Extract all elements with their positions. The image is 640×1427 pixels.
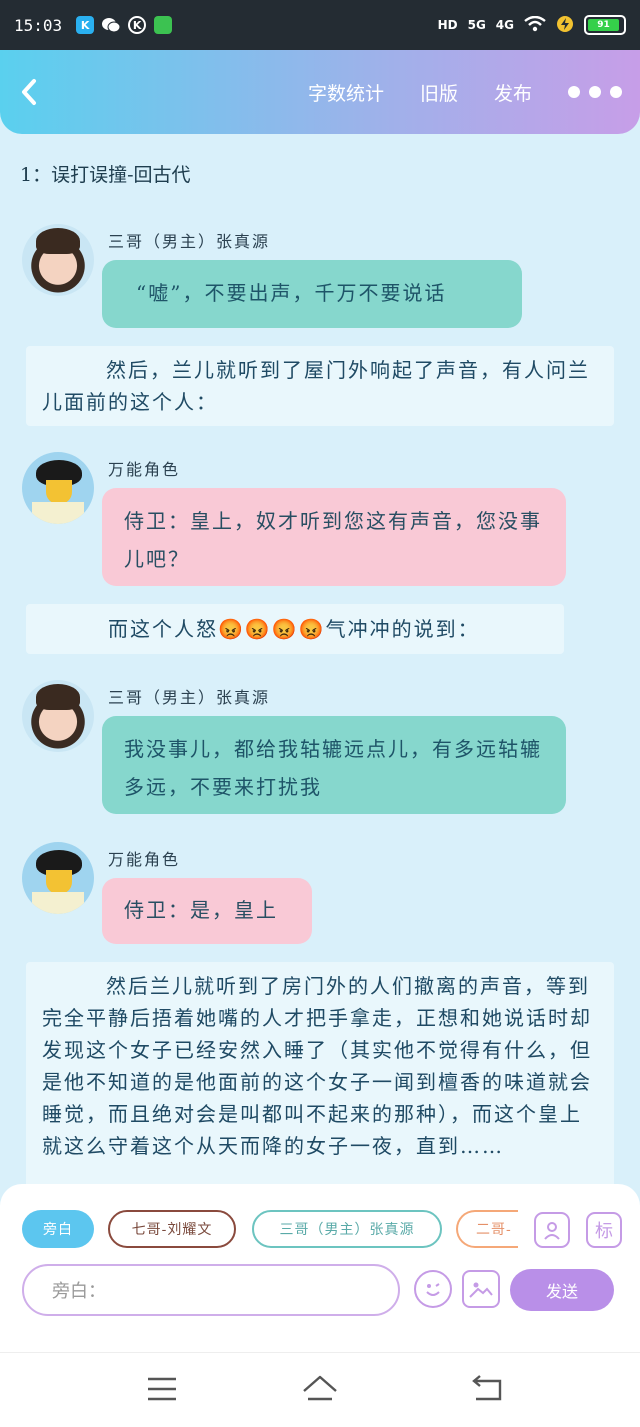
send-button[interactable]: 发送 — [510, 1269, 614, 1311]
emoji-icon[interactable] — [414, 1270, 452, 1308]
message-input[interactable]: 旁白： — [22, 1264, 400, 1316]
home-nav-icon[interactable] — [300, 1371, 340, 1407]
app-bar-actions: 字数统计 旧版 发布 — [308, 79, 622, 106]
wechat-icon — [102, 16, 121, 34]
k-app-icon: K — [128, 16, 147, 34]
speaker-name: 三哥（男主）张真源 — [108, 688, 271, 707]
chevron-left-icon — [22, 79, 36, 105]
message-bubble[interactable]: “嘘”，不要出声，千万不要说话 — [102, 260, 522, 328]
status-indicators: HD 5G 4G 91 — [438, 15, 626, 36]
menu-nav-icon[interactable] — [142, 1371, 182, 1407]
old-version-button[interactable]: 旧版 — [420, 79, 458, 106]
word-count-button[interactable]: 字数统计 — [308, 79, 384, 106]
story-content[interactable]: 1：误打误撞-回古代 三哥（男主）张真源 “嘘”，不要出声，千万不要说话 然后，… — [0, 134, 640, 1184]
message-bubble[interactable]: 侍卫：皇上，奴才听到您这有声音，您没事儿吧？ — [102, 488, 566, 586]
message-bubble[interactable]: 我没事儿，都给我轱辘远点儿，有多远轱辘多远，不要来打扰我 — [102, 716, 566, 814]
composer-panel: 旁白 七哥-刘耀文 三哥（男主）张真源 二哥- 标 旁白： 发送 — [0, 1184, 640, 1352]
wifi-icon — [524, 15, 546, 35]
app-bar: 字数统计 旧版 发布 — [0, 50, 640, 134]
system-nav-bar — [0, 1352, 640, 1427]
image-icon[interactable] — [462, 1270, 500, 1308]
role-chip-narration[interactable]: 旁白 — [22, 1210, 94, 1248]
back-button[interactable] — [18, 72, 48, 112]
role-chip-sange[interactable]: 三哥（男主）张真源 — [252, 1210, 442, 1248]
message-bubble[interactable]: 侍卫：是，皇上 — [102, 878, 312, 944]
charging-icon — [556, 15, 574, 36]
narration-block[interactable]: 然后，兰儿就听到了屋门外响起了声音，有人问兰儿面前的这个人： — [26, 346, 614, 426]
narration-block[interactable]: 然后兰儿就听到了房门外的人们撤离的声音，等到完全平静后捂着她嘴的人才把手拿走，正… — [26, 962, 614, 1184]
role-manage-icon[interactable] — [534, 1212, 570, 1248]
avatar-sange[interactable] — [22, 224, 94, 296]
narration-block[interactable]: 而这个人怒😡😡😡😡气冲冲的说到： — [26, 604, 564, 654]
avatar-role[interactable] — [22, 842, 94, 914]
speaker-name: 万能角色 — [108, 850, 181, 869]
signal-4g-icon: 4G — [495, 18, 514, 32]
avatar-role[interactable] — [22, 452, 94, 524]
status-bar: 15:03 K K HD 5G 4G 91 — [0, 0, 640, 50]
avatar-sange[interactable] — [22, 680, 94, 752]
video-app-icon — [154, 16, 173, 34]
signal-5g-icon: 5G — [467, 18, 486, 32]
more-options-icon[interactable] — [568, 86, 622, 98]
speaker-name: 三哥（男主）张真源 — [108, 232, 271, 251]
kuaishou-app-icon: K — [76, 16, 95, 34]
battery-icon: 91 — [584, 15, 626, 35]
battery-level: 91 — [588, 19, 619, 31]
back-nav-icon[interactable] — [468, 1371, 508, 1407]
role-chip-erge[interactable]: 二哥- — [456, 1210, 518, 1248]
status-time: 15:03 — [14, 15, 63, 35]
mark-icon[interactable]: 标 — [586, 1212, 622, 1248]
role-chip-qige[interactable]: 七哥-刘耀文 — [108, 1210, 236, 1248]
chapter-title: 1：误打误撞-回古代 — [20, 164, 191, 186]
hd-indicator: HD — [437, 18, 458, 32]
speaker-name: 万能角色 — [108, 460, 181, 479]
publish-button[interactable]: 发布 — [494, 79, 532, 106]
